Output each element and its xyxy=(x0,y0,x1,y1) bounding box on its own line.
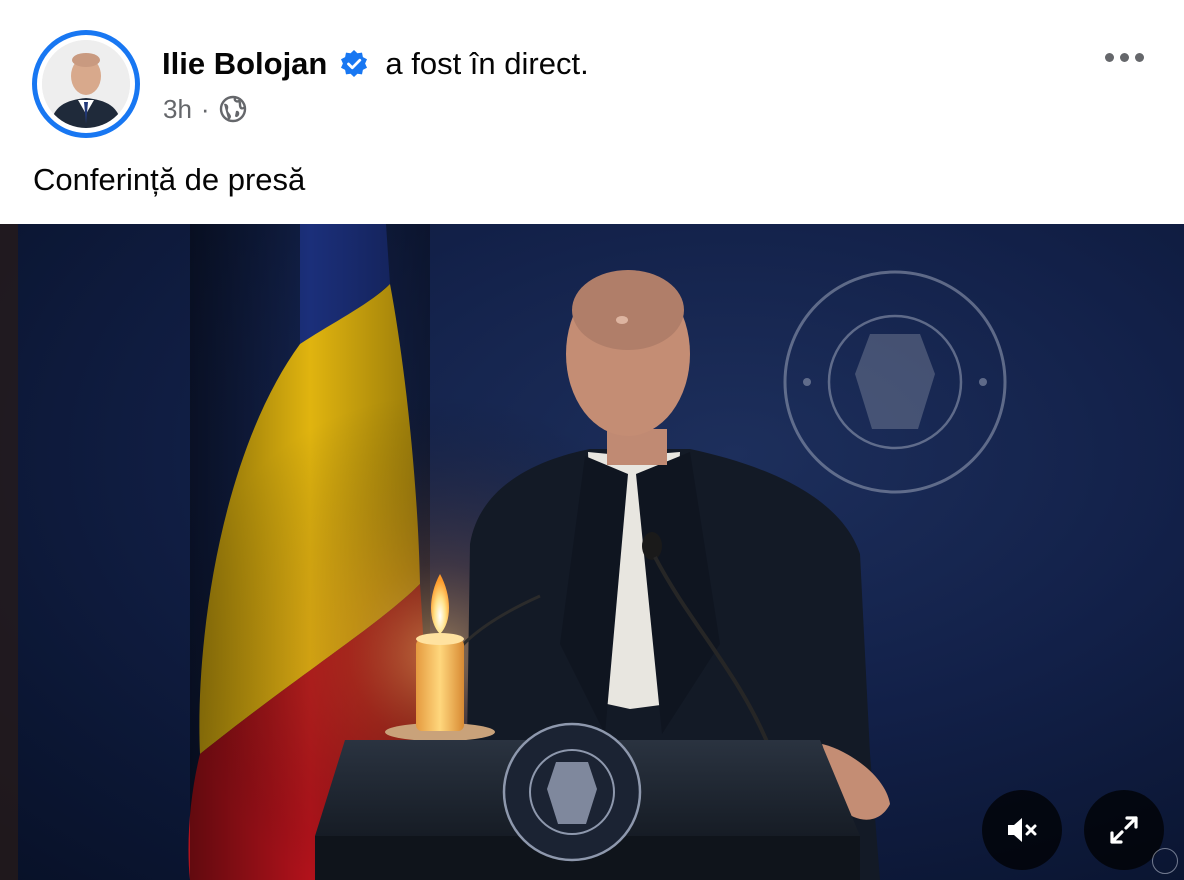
post-header: Ilie Bolojan a fost în direct. 3h · Conf… xyxy=(0,0,1184,224)
speaker-muted-icon xyxy=(1008,818,1037,842)
meta-separator: · xyxy=(200,93,210,124)
live-video-player[interactable] xyxy=(0,224,1184,880)
more-options-icon xyxy=(1119,52,1129,62)
avatar-portrait xyxy=(42,40,130,128)
avatar[interactable] xyxy=(42,40,130,128)
more-options-icon xyxy=(1134,52,1144,62)
video-frame xyxy=(0,224,1184,880)
post-text: Conferință de presă xyxy=(33,162,306,197)
avatar-story-ring[interactable] xyxy=(32,30,140,138)
post-meta: 3h · xyxy=(163,92,247,126)
author-name[interactable]: Ilie Bolojan xyxy=(162,46,327,82)
globe-icon[interactable] xyxy=(219,95,247,123)
post-action-text: a fost în direct. xyxy=(385,46,589,81)
more-options-icon xyxy=(1104,52,1114,62)
verified-badge-icon xyxy=(341,50,368,77)
post-timestamp[interactable]: 3h xyxy=(163,94,192,125)
author-line: Ilie Bolojan a fost în direct. xyxy=(162,42,589,86)
mute-button[interactable] xyxy=(982,790,1062,870)
expand-icon xyxy=(1110,816,1138,844)
broadcaster-logo-icon xyxy=(1152,848,1178,874)
more-options-button[interactable] xyxy=(1098,40,1150,74)
lectern xyxy=(315,722,860,880)
